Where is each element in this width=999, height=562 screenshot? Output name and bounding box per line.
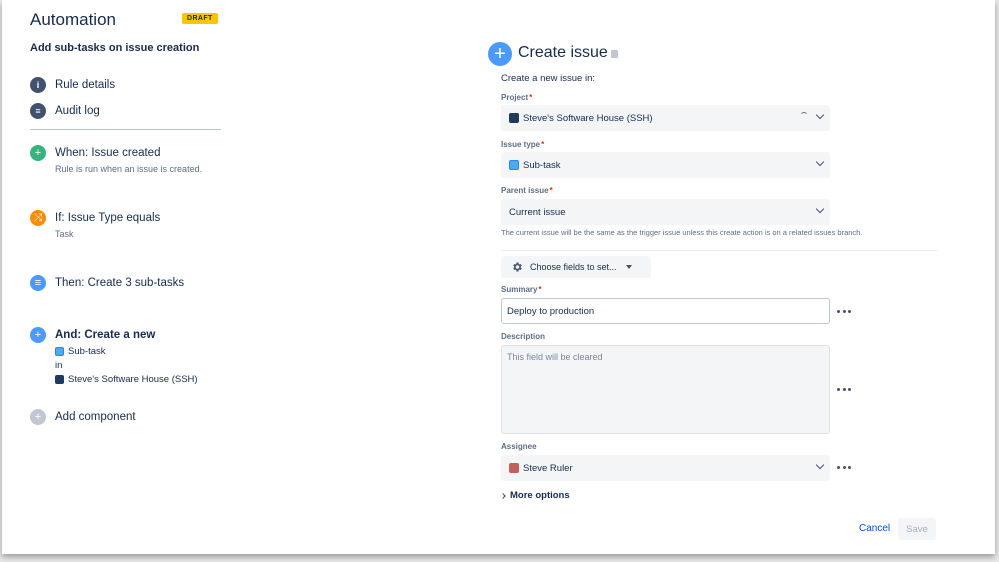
plus-icon: + [30, 409, 46, 425]
description-more-icon[interactable] [837, 388, 851, 391]
chevron-down-icon [815, 460, 825, 470]
create-step-issue-type: Sub-task [55, 346, 198, 357]
action-title: Create issue [518, 44, 608, 61]
project-select[interactable]: Steve's Software House (SSH) [501, 105, 830, 131]
save-button[interactable]: Save [898, 518, 936, 540]
project-label-text: Project [501, 93, 529, 102]
trash-icon[interactable] [611, 50, 618, 58]
chevron-right-icon [500, 492, 506, 499]
project-icon [509, 113, 519, 123]
summary-label: Summary* [501, 285, 542, 294]
plus-icon: + [30, 145, 46, 161]
audit-log-label: Audit log [55, 105, 100, 117]
audit-log-link[interactable]: ≡ Audit log [30, 103, 100, 119]
trigger-title: When: Issue created [55, 147, 161, 159]
chevron-down-icon [815, 110, 825, 120]
gear-icon [513, 262, 522, 272]
shuffle-icon: ⤨ [30, 210, 46, 226]
assignee-value: Steve Ruler [523, 462, 573, 474]
issue-type-value: Sub-task [523, 159, 561, 171]
add-component-button[interactable]: + Add component [30, 409, 136, 425]
parent-issue-label-text: Parent issue [501, 186, 549, 195]
rule-details-link[interactable]: i Rule details [30, 77, 115, 93]
create-step-issue-type-label: Sub-task [68, 346, 106, 357]
plus-icon: + [30, 327, 46, 343]
trigger-subtitle: Rule is run when an issue is created. [55, 164, 203, 174]
parent-issue-select[interactable]: Current issue [501, 199, 830, 225]
branch-list-icon: ≡ [30, 275, 46, 291]
assignee-label: Assignee [501, 442, 537, 451]
required-mark: * [549, 186, 553, 195]
cancel-button[interactable]: Cancel [859, 523, 890, 534]
project-label: Project* [501, 93, 532, 102]
subtask-icon [55, 347, 64, 356]
condition-title: If: Issue Type equals [55, 212, 161, 224]
project-value: Steve's Software House (SSH) [523, 112, 653, 124]
rule-name: Add sub-tasks on issue creation [30, 42, 200, 54]
automation-window: Automation DRAFT Add sub-tasks on issue … [2, 0, 995, 554]
description-placeholder: This field will be cleared [507, 352, 603, 362]
page-title: Automation [30, 10, 116, 29]
summary-more-icon[interactable] [837, 310, 851, 313]
loading-spinner-icon [800, 112, 808, 120]
subtask-icon [509, 160, 519, 170]
summary-label-text: Summary [501, 285, 538, 294]
trigger-step[interactable]: + When: Issue created Rule is run when a… [30, 145, 202, 174]
avatar [509, 463, 519, 473]
left-divider [30, 129, 221, 130]
project-icon [55, 375, 64, 384]
parent-issue-label: Parent issue* [501, 186, 553, 195]
caret-down-icon [625, 265, 632, 269]
plus-icon: + [488, 42, 512, 66]
draft-badge: DRAFT [182, 13, 218, 24]
chevron-down-icon [815, 157, 825, 167]
choose-fields-label: Choose fields to set... [530, 262, 617, 272]
add-component-label: Add component [55, 411, 136, 423]
create-step-project-label: Steve's Software House (SSH) [68, 374, 198, 385]
description-label: Description [501, 332, 546, 341]
issue-type-select[interactable]: Sub-task [501, 152, 830, 178]
required-mark: * [541, 140, 545, 149]
create-step-title: And: Create a new [55, 329, 156, 341]
chevron-down-icon [815, 204, 825, 214]
then-title: Then: Create 3 sub-tasks [55, 277, 185, 289]
parent-issue-value: Current issue [509, 206, 566, 218]
then-step[interactable]: ≡ Then: Create 3 sub-tasks [30, 275, 184, 291]
assignee-more-icon[interactable] [837, 466, 851, 469]
info-icon: i [30, 77, 46, 93]
condition-step[interactable]: ⤨ If: Issue Type equals Task [30, 210, 160, 239]
required-mark: * [538, 285, 542, 294]
summary-value: Deploy to production [507, 305, 595, 317]
more-options-toggle[interactable]: More options [500, 490, 570, 501]
issue-type-label: Issue type* [501, 140, 544, 149]
list-icon: ≡ [30, 103, 46, 119]
create-step-in: in [55, 360, 63, 371]
create-step-project: Steve's Software House (SSH) [55, 374, 198, 385]
create-step[interactable]: + And: Create a new Sub-task in Steve's … [30, 327, 198, 385]
section-divider [501, 250, 937, 251]
required-mark: * [529, 93, 533, 102]
summary-input[interactable]: Deploy to production [501, 298, 830, 324]
create-in-text: Create a new issue in: [501, 73, 595, 84]
condition-subtitle: Task [55, 229, 74, 239]
assignee-select[interactable]: Steve Ruler [501, 455, 830, 481]
parent-issue-helper: The current issue will be the same as th… [501, 228, 863, 237]
rule-details-label: Rule details [55, 79, 116, 91]
more-options-label: More options [510, 490, 570, 501]
issue-type-label-text: Issue type [501, 140, 541, 149]
choose-fields-button[interactable]: Choose fields to set... [501, 256, 651, 278]
description-field[interactable]: This field will be cleared [501, 345, 830, 434]
